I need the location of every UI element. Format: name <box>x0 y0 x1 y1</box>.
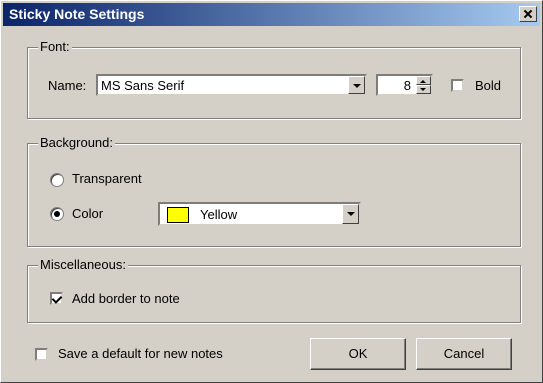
transparent-label[interactable]: Transparent <box>72 171 142 186</box>
transparent-radio[interactable] <box>50 173 64 187</box>
font-name-dropdown-button[interactable] <box>348 76 365 94</box>
background-group: Background: Transparent Color Yellow <box>27 135 521 247</box>
ok-button[interactable]: OK <box>310 338 406 370</box>
bold-label[interactable]: Bold <box>475 78 501 93</box>
misc-group: Miscellaneous: Add border to note <box>27 257 521 323</box>
bold-checkbox[interactable] <box>451 79 464 92</box>
background-group-label: Background: <box>38 135 115 150</box>
color-swatch <box>167 207 189 223</box>
font-name-value: MS Sans Serif <box>101 78 185 93</box>
spin-up-button[interactable] <box>416 76 431 85</box>
spin-down-button[interactable] <box>416 85 431 94</box>
color-radio[interactable] <box>50 207 64 221</box>
color-dropdown-button[interactable] <box>342 204 359 224</box>
save-default-label[interactable]: Save a default for new notes <box>58 346 223 361</box>
window-title: Sticky Note Settings <box>9 6 145 22</box>
color-value: Yellow <box>200 207 238 222</box>
cancel-button-label: Cancel <box>443 346 485 361</box>
font-size-value: 8 <box>403 78 411 93</box>
add-border-checkbox[interactable] <box>50 292 63 305</box>
settings-dialog: Sticky Note Settings Font: Name: MS Sans… <box>0 0 543 383</box>
save-default-checkbox[interactable] <box>35 348 48 361</box>
font-group: Font: Name: MS Sans Serif 8 Bold <box>27 39 521 119</box>
color-label[interactable]: Color <box>72 206 103 221</box>
color-select[interactable]: Yellow <box>158 202 361 226</box>
title-bar[interactable]: Sticky Note Settings <box>3 3 540 26</box>
close-button[interactable] <box>519 6 537 22</box>
font-name-select[interactable]: MS Sans Serif <box>96 74 367 96</box>
font-name-label: Name: <box>48 78 87 93</box>
font-size-spinner[interactable]: 8 <box>376 74 433 96</box>
cancel-button[interactable]: Cancel <box>416 338 512 370</box>
misc-group-label: Miscellaneous: <box>38 257 128 272</box>
font-group-label: Font: <box>38 39 72 54</box>
ok-button-label: OK <box>348 346 368 361</box>
font-size-spin-buttons <box>416 76 431 94</box>
add-border-label[interactable]: Add border to note <box>72 291 180 306</box>
